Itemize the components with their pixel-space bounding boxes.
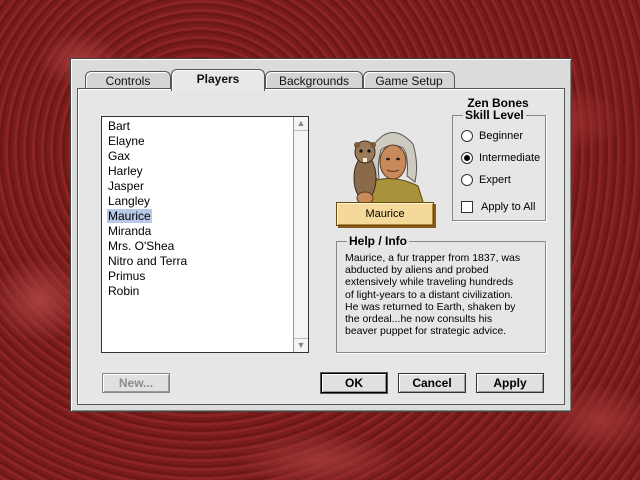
settings-dialog: Controls Players Backgrounds Game Setup … — [70, 58, 572, 412]
player-list-item-selected[interactable]: Maurice — [102, 209, 292, 224]
player-list-items: Bart Elayne Gax Harley Jasper Langley Ma… — [102, 119, 292, 299]
apply-button[interactable]: Apply — [476, 373, 544, 393]
player-list[interactable]: Bart Elayne Gax Harley Jasper Langley Ma… — [101, 116, 309, 353]
player-list-item[interactable]: Robin — [102, 284, 292, 299]
player-list-item[interactable]: Nitro and Terra — [102, 254, 292, 269]
apply-to-all-checkbox[interactable]: Apply to All — [461, 199, 535, 215]
new-player-button[interactable]: New... — [102, 373, 170, 393]
radio-button-icon[interactable] — [461, 174, 473, 187]
player-list-item[interactable]: Elayne — [102, 134, 292, 149]
tab-players[interactable]: Players — [171, 69, 265, 91]
player-list-item[interactable]: Mrs. O'Shea — [102, 239, 292, 254]
radio-button-selected-icon[interactable] — [461, 152, 473, 165]
player-nameplate: Maurice — [336, 202, 434, 226]
player-list-item[interactable]: Primus — [102, 269, 292, 284]
player-list-scrollbar[interactable]: ▲ ▼ — [293, 117, 308, 352]
radio-beginner[interactable]: Beginner — [461, 128, 523, 144]
scroll-down-arrow-icon[interactable]: ▼ — [294, 338, 308, 352]
radio-intermediate[interactable]: Intermediate — [461, 150, 540, 166]
player-list-item[interactable]: Langley — [102, 194, 292, 209]
scroll-up-arrow-icon[interactable]: ▲ — [294, 117, 308, 131]
radio-button-icon[interactable] — [461, 130, 473, 143]
skill-level-title: Skill Level — [463, 108, 526, 122]
player-list-item[interactable]: Harley — [102, 164, 292, 179]
help-info-group: Help / Info Maurice, a fur trapper from … — [336, 234, 546, 353]
cancel-button[interactable]: Cancel — [398, 373, 466, 393]
help-info-title: Help / Info — [347, 234, 409, 248]
help-info-text: Maurice, a fur trapper from 1837, was ab… — [345, 252, 521, 338]
checkbox-icon[interactable] — [461, 201, 473, 214]
player-list-item[interactable]: Gax — [102, 149, 292, 164]
player-list-item[interactable]: Miranda — [102, 224, 292, 239]
skill-level-group: Skill Level Beginner Intermediate Expert… — [452, 108, 546, 221]
ok-button[interactable]: OK — [321, 373, 387, 393]
player-list-item[interactable]: Jasper — [102, 179, 292, 194]
players-tab-content: Bart Elayne Gax Harley Jasper Langley Ma… — [77, 88, 565, 405]
player-list-item[interactable]: Bart — [102, 119, 292, 134]
radio-expert[interactable]: Expert — [461, 172, 511, 188]
